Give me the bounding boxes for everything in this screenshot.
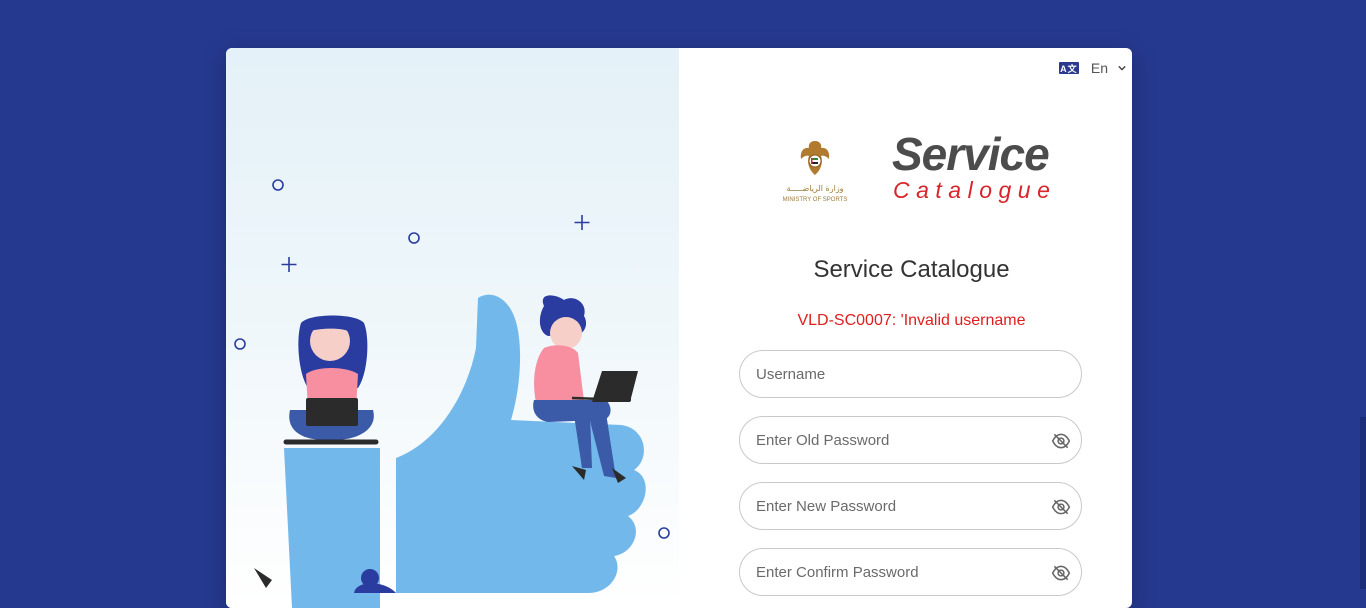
eye-slash-icon[interactable] xyxy=(1051,564,1071,582)
new-password-field-wrapper xyxy=(739,482,1082,530)
confirm-password-input[interactable] xyxy=(740,549,1026,595)
scrollbar-thumb[interactable] xyxy=(1360,417,1366,589)
ministry-english-text: MINISTRY OF SPORTS xyxy=(782,197,848,203)
translate-icon: A文 xyxy=(1058,62,1079,74)
eye-slash-icon[interactable] xyxy=(1051,432,1071,450)
service-catalogue-logo: Service Catalogue xyxy=(892,131,1092,203)
thumbs-up-illustration xyxy=(234,179,670,608)
illustration-panel xyxy=(226,48,679,608)
language-selector[interactable]: A文 En xyxy=(1058,60,1126,76)
ministry-of-sports-logo: وزارة الرياضـــــة MINISTRY OF SPORTS xyxy=(779,139,851,209)
chevron-down-icon xyxy=(1118,65,1126,71)
error-message: VLD-SC0007: 'Invalid username xyxy=(797,312,1026,329)
ministry-arabic-text: وزارة الرياضـــــة xyxy=(786,184,844,193)
brand-word-catalogue: Catalogue xyxy=(893,177,1057,203)
logos-row: وزارة الرياضـــــة MINISTRY OF SPORTS Se… xyxy=(679,131,1132,223)
page-title: Service Catalogue xyxy=(813,256,1010,283)
brand-word-service: Service xyxy=(892,128,1050,180)
eye-slash-icon[interactable] xyxy=(1051,498,1071,516)
new-password-input[interactable] xyxy=(740,483,1026,529)
change-password-card: A文 En وزارة الرياضـــــة MINISTRY OF SPO… xyxy=(226,48,1132,608)
username-input[interactable] xyxy=(740,351,1026,397)
username-field-wrapper xyxy=(739,350,1082,398)
eagle-emblem-icon xyxy=(800,141,830,175)
language-label: En xyxy=(1090,60,1108,76)
old-password-field-wrapper xyxy=(739,416,1082,464)
old-password-input[interactable] xyxy=(740,417,1026,463)
form-panel: A文 En وزارة الرياضـــــة MINISTRY OF SPO… xyxy=(679,48,1132,608)
